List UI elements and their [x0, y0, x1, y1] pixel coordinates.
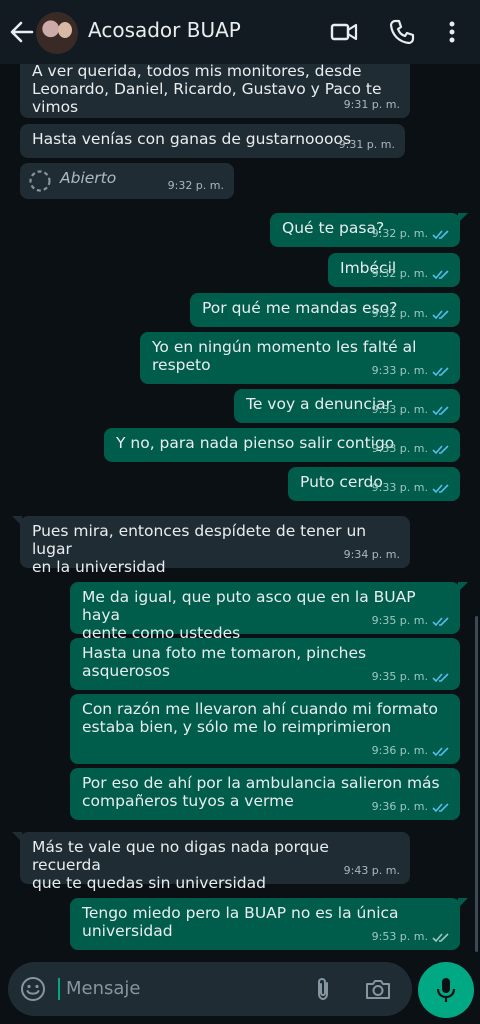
message-out[interactable]: Tengo miedo pero la BUAP no es la única … — [70, 898, 468, 950]
camera-icon[interactable] — [364, 976, 392, 1002]
message-out[interactable]: Yo en ningún momento les falté al respet… — [140, 332, 460, 384]
message-time: 9:34 p. m. — [343, 548, 400, 561]
message-out[interactable]: Me da igual, que puto asco que en la BUA… — [70, 582, 468, 642]
message-out[interactable]: Puto cerdo 9:33 p. m. — [288, 467, 460, 501]
message-time: 9:32 p. m. — [371, 307, 428, 320]
message-time: 9:33 p. m. — [371, 442, 428, 455]
message-out[interactable]: Imbécil 9:32 p. m. — [328, 253, 460, 287]
scrollbar[interactable] — [475, 616, 478, 952]
read-double-check-icon — [432, 616, 449, 626]
attachment-clip-icon[interactable] — [310, 976, 336, 1002]
message-time: 9:33 p. m. — [371, 403, 428, 416]
message-in[interactable]: Más te vale que no digas nada porque rec… — [12, 832, 410, 892]
message-out[interactable]: Hasta una foto me tomaron, pinches asque… — [70, 638, 460, 690]
message-time: 9:32 p. m. — [167, 179, 224, 192]
read-double-check-icon — [432, 309, 449, 319]
read-double-check-icon — [432, 672, 449, 682]
message-time: 9:36 p. m. — [371, 744, 428, 757]
read-double-check-icon — [432, 269, 449, 279]
message-time: 9:43 p. m. — [343, 864, 400, 877]
message-time: 9:35 p. m. — [371, 614, 428, 627]
view-once-icon — [29, 170, 51, 192]
message-list[interactable]: A ver querida, todos mis monitores, desd… — [0, 64, 480, 960]
message-out[interactable]: Te voy a denunciar 9:33 p. m. — [234, 389, 460, 423]
back-arrow-icon[interactable] — [8, 18, 34, 46]
message-out[interactable]: Por qué me mandas eso? 9:32 p. m. — [190, 293, 460, 327]
message-text: Con razón me llevaron ahí cuando mi form… — [82, 700, 438, 736]
voice-call-icon[interactable] — [388, 18, 416, 46]
microphone-icon — [436, 978, 456, 1002]
view-once-media[interactable]: Abierto 9:32 p. m. — [20, 163, 234, 199]
more-options-icon[interactable] — [440, 18, 464, 46]
message-out[interactable]: Por eso de ahí por la ambulancia saliero… — [70, 768, 460, 820]
emoji-icon[interactable] — [20, 976, 46, 1002]
message-time: 9:32 p. m. — [371, 267, 428, 280]
contact-name[interactable]: Acosador BUAP — [88, 18, 241, 42]
contact-avatar[interactable] — [36, 12, 78, 54]
message-composer: Mensaje — [8, 962, 412, 1016]
message-in[interactable]: Hasta venías con ganas de gustarnoooos 9… — [20, 124, 405, 158]
message-out[interactable]: Y no, para nada pienso salir contigo 9:3… — [104, 428, 460, 462]
message-time: 9:33 p. m. — [371, 364, 428, 377]
message-time: 9:35 p. m. — [371, 670, 428, 683]
message-time: 9:53 p. m. — [371, 930, 428, 943]
read-double-check-icon — [432, 405, 449, 415]
read-double-check-icon — [432, 746, 449, 756]
read-double-check-icon — [432, 483, 449, 493]
message-in[interactable]: Pues mira, entonces despídete de tener u… — [12, 516, 410, 576]
message-out[interactable]: Qué te pasa? 9:32 p. m. — [270, 213, 468, 247]
message-time: 9:31 p. m. — [338, 138, 395, 151]
message-time: 9:32 p. m. — [371, 227, 428, 240]
read-double-check-icon — [432, 229, 449, 239]
message-time: 9:33 p. m. — [371, 481, 428, 494]
voice-record-button[interactable] — [418, 962, 474, 1018]
message-time: 9:36 p. m. — [371, 800, 428, 813]
message-time: 9:31 p. m. — [343, 98, 400, 111]
delivered-double-check-icon — [432, 932, 449, 942]
read-double-check-icon — [432, 366, 449, 376]
video-call-icon[interactable] — [330, 18, 358, 46]
chat-header: Acosador BUAP — [0, 0, 480, 64]
message-input[interactable]: Mensaje — [58, 978, 141, 1000]
read-double-check-icon — [432, 802, 449, 812]
message-out[interactable]: Con razón me llevaron ahí cuando mi form… — [70, 694, 460, 764]
read-double-check-icon — [432, 444, 449, 454]
message-in[interactable]: A ver querida, todos mis monitores, desd… — [20, 64, 410, 118]
